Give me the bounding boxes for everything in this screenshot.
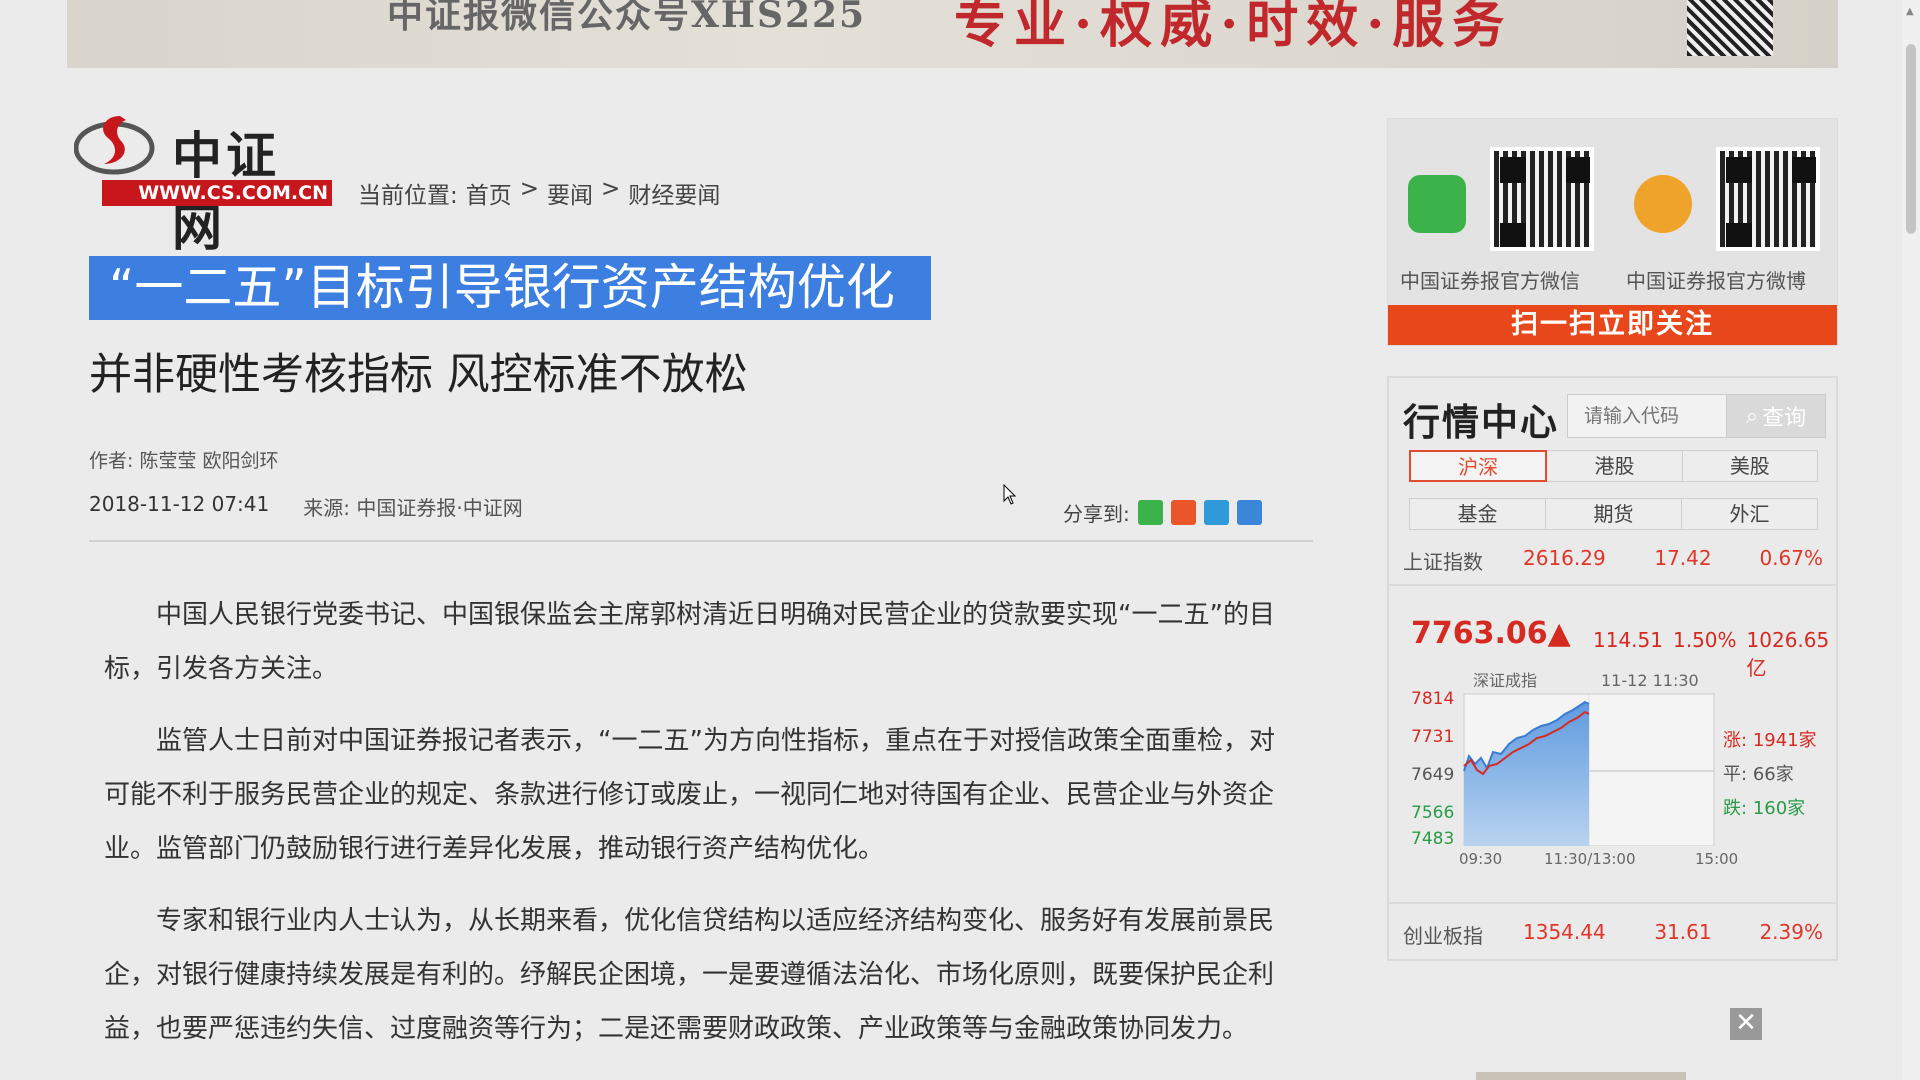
wechat-icon [1408,175,1466,233]
chart-time: 11-12 11:30 [1601,671,1699,690]
wechat-caption: 中国证券报官方微信 [1400,269,1580,293]
index-name: 创业板指 [1403,924,1483,948]
breadcrumb-news[interactable]: 要闻 [547,176,593,210]
wechat-share-icon[interactable] [1137,500,1163,525]
more-share-icon[interactable] [1236,500,1262,525]
meta-divider [89,540,1313,542]
article-paragraph: 专家和银行业内人士认为，从长期来看，优化信贷结构以适应经济结构变化、服务好有发展… [104,906,1275,1044]
follow-banner: 扫一扫立即关注 [1388,305,1837,345]
chart-name: 深证成指 [1473,671,1537,690]
stock-code-input[interactable] [1567,394,1727,438]
search-button[interactable]: ⌕ 查询 [1726,394,1826,438]
index-pct: 2.39% [1759,920,1823,944]
logo-mark-icon [74,116,155,175]
banner-left-text: 中证报微信公众号XHS225 [387,0,867,36]
tab-forex[interactable]: 外汇 [1681,498,1818,530]
y-tick: 7566 [1411,803,1454,823]
index-change: 31.61 [1654,920,1712,944]
source-label: 来源: [303,496,350,520]
decliners: 跌: 160家 [1723,794,1805,820]
weibo-icon [1634,175,1692,233]
y-tick: 7814 [1411,689,1454,709]
y-tick: 7483 [1411,829,1454,846]
decliners-label: 跌: [1723,798,1748,819]
scroll-up-icon[interactable]: ▲ [1906,6,1916,17]
weibo-caption: 中国证券报官方微博 [1626,269,1806,293]
y-tick: 7649 [1411,765,1454,785]
market-tabs-row1: 沪深 港股 美股 [1409,450,1818,482]
market-tabs-row2: 基金 期货 外汇 [1409,498,1818,530]
author-names: 陈莹莹 欧阳剑环 [139,450,279,472]
article-author: 作者: 陈莹莹 欧阳剑环 [89,446,279,473]
wechat-follow: 中国证券报官方微信 [1388,119,1613,305]
breadcrumb-home[interactable]: 首页 [466,176,512,210]
share-label: 分享到: [1063,502,1130,526]
x-tick: 09:30 [1459,850,1502,868]
search-button-label: 查询 [1762,406,1807,431]
index-value: 1354.44 [1523,920,1606,944]
advancers-value: 1941家 [1752,730,1817,751]
banner-qr-code [1687,0,1773,56]
x-tick: 15:00 [1695,850,1738,868]
market-divider [1389,584,1836,586]
advancers: 涨: 1941家 [1723,726,1817,752]
chart-x-axis: 09:30 11:30/13:00 15:00 [1459,850,1738,868]
sz-price: 7763.06▲ [1411,616,1571,651]
y-tick: 7731 [1411,727,1454,747]
market-divider [1389,902,1836,904]
article-body: 中国人民银行党委书记、中国银保监会主席郭树清近日明确对民营企业的贷款要实现“一二… [104,588,1294,1074]
banner-slogan: 专业·权威·时效·服务 [954,0,1513,55]
top-banner-ad[interactable]: 中证报微信公众号XHS225 专业·权威·时效·服务 [67,0,1838,68]
mouse-cursor-icon [1003,484,1017,505]
breadcrumb-finance-news[interactable]: 财经要闻 [628,176,720,210]
index-name: 上证指数 [1403,550,1483,574]
bottom-ad[interactable] [1476,1072,1686,1080]
article-paragraph: 监管人士日前对中国证券报记者表示，“一二五”为方向性指标，重点在于对授信政策全面… [104,726,1275,864]
sh-index-row[interactable]: 上证指数 2616.29 17.42 0.67% [1403,546,1823,575]
article-meta: 2018-11-12 07:41 来源: 中国证券报·中证网 [89,492,523,521]
breadcrumb: 当前位置: 首页 > 要闻 > 财经要闻 [358,176,720,210]
tab-futures[interactable]: 期货 [1545,498,1682,530]
advancers-label: 涨: [1723,730,1748,751]
breadcrumb-sep: > [601,176,621,202]
tab-hushen[interactable]: 沪深 [1409,450,1548,482]
index-change: 17.42 [1654,546,1712,570]
breadcrumb-sep: > [519,176,540,202]
search-icon: ⌕ [1745,403,1759,429]
article-title: “一二五”目标引导银行资产结构优化 [89,256,931,320]
logo-url: WWW.CS.COM.CN [102,180,332,206]
weibo-qr-code [1716,147,1820,251]
share-bar: 分享到: [1063,498,1262,527]
tab-hk[interactable]: 港股 [1546,450,1683,482]
index-value: 2616.29 [1523,546,1606,570]
unchanged-label: 平: [1723,764,1748,785]
weibo-share-icon[interactable] [1170,500,1196,525]
wechat-qr-code [1490,147,1594,251]
breadcrumb-label: 当前位置: [358,183,458,209]
publish-date: 2018-11-12 07:41 [89,492,270,516]
follow-qr-panel: 中国证券报官方微信 中国证券报官方微博 扫一扫立即关注 [1387,118,1838,346]
market-center-panel: 行情中心 ⌕ 查询 沪深 港股 美股 基金 期货 外汇 上证指数 2616.29… [1387,376,1838,961]
tab-fund[interactable]: 基金 [1409,498,1546,530]
tab-us[interactable]: 美股 [1681,450,1818,482]
cyb-index-row[interactable]: 创业板指 1354.44 31.61 2.39% [1403,920,1823,949]
qzone-share-icon[interactable] [1203,500,1229,525]
index-pct: 0.67% [1759,546,1823,570]
x-tick: 11:30/13:00 [1544,850,1636,868]
scrollbar-thumb[interactable] [1906,44,1916,234]
article-paragraph: 中国人民银行党委书记、中国银保监会主席郭树清近日明确对民营企业的贷款要实现“一二… [104,600,1275,684]
author-label: 作者: [89,450,134,472]
source-value: 中国证券报·中证网 [356,496,523,520]
weibo-follow: 中国证券报官方微博 [1614,119,1839,305]
article-subtitle: 并非硬性考核指标 风控标准不放松 [89,350,748,400]
close-ad-button[interactable]: ✕ [1730,1008,1762,1040]
unchanged: 平: 66家 [1723,760,1794,786]
decliners-value: 160家 [1752,798,1806,819]
market-title: 行情中心 [1403,401,1559,444]
unchanged-value: 66家 [1752,764,1794,785]
site-logo[interactable]: 中证网 WWW.CS.COM.CN [74,112,332,257]
page-scrollbar[interactable]: ▲ [1902,0,1920,1080]
